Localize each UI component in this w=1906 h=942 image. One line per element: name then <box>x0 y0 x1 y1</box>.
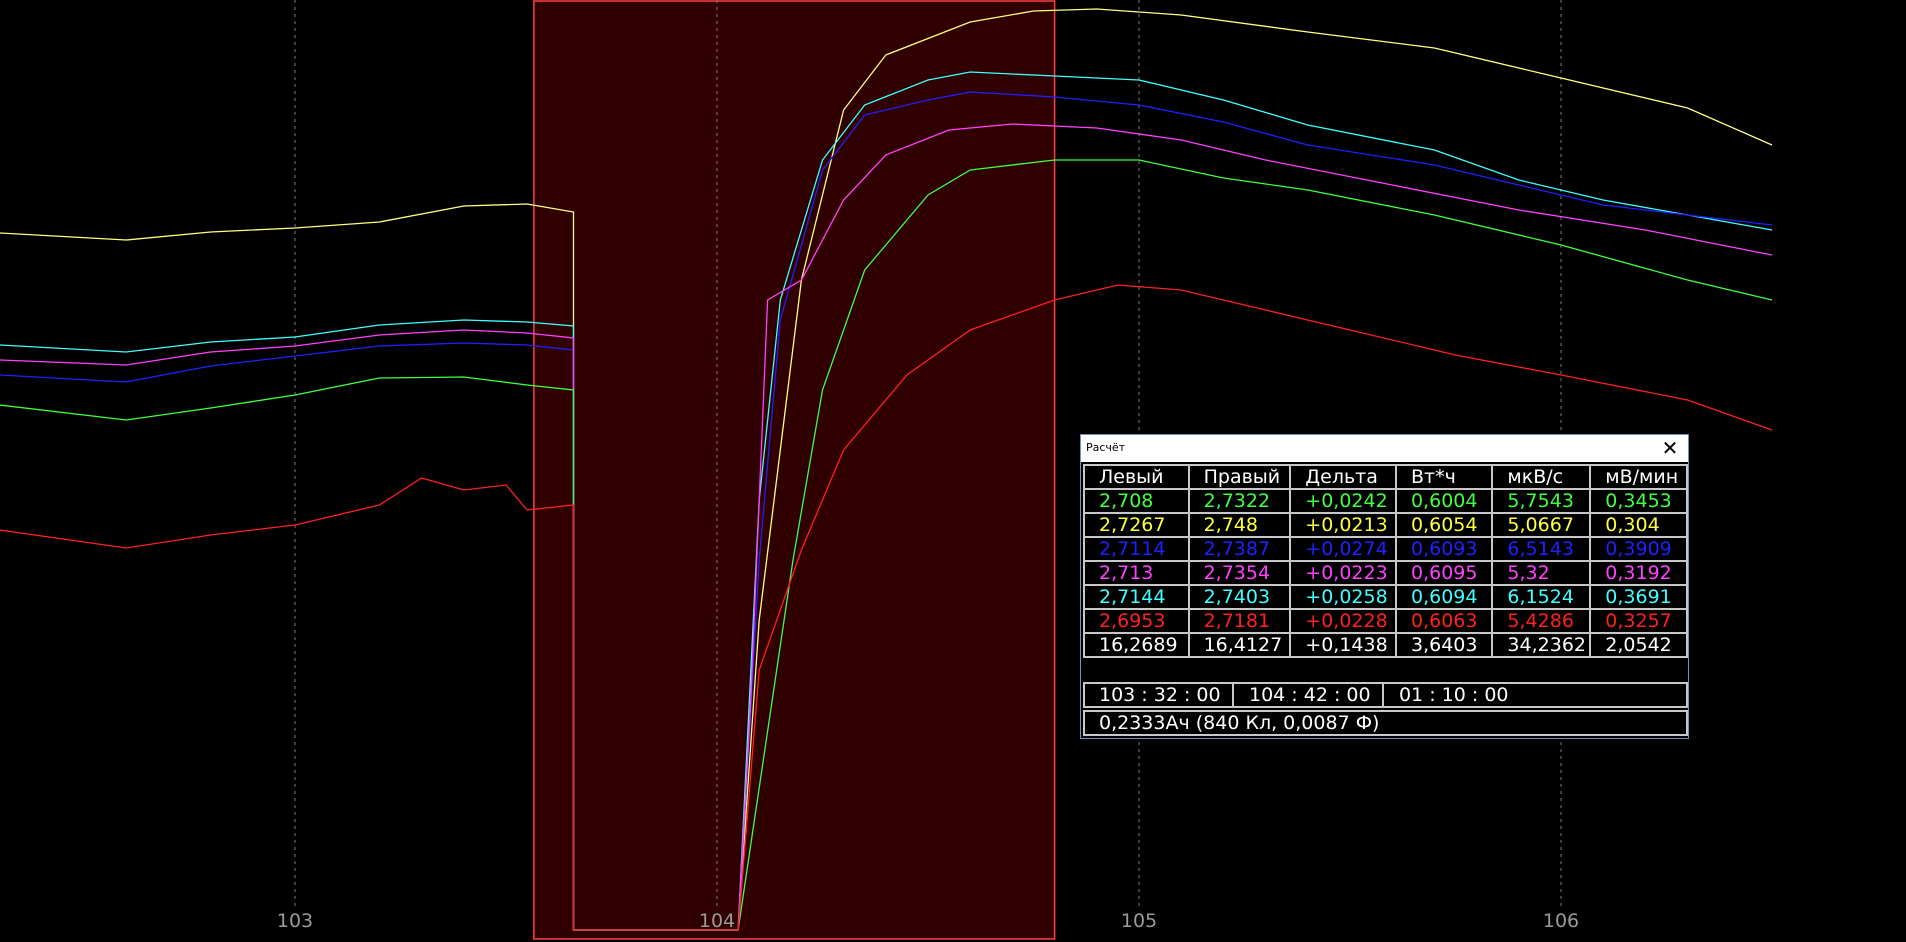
table-cell: 2,0542 <box>1589 632 1688 658</box>
table-cell: 0,3257 <box>1589 608 1688 634</box>
table-cell: 2,748 <box>1187 512 1292 538</box>
table-row: 2,713 2,7354 +0,0223 0,6095 5,32 0,3192 <box>1083 560 1688 586</box>
table-cell: +0,0242 <box>1289 488 1397 514</box>
table-cell: 2,7387 <box>1187 536 1292 562</box>
table-cell: 6,1524 <box>1491 584 1592 610</box>
table-cell: +0,0223 <box>1289 560 1397 586</box>
table-cell: 2,7181 <box>1187 608 1292 634</box>
table-cell: 0,3909 <box>1589 536 1688 562</box>
time-end: 104 : 42 : 00 <box>1249 684 1371 706</box>
table-row: 2,7267 2,748 +0,0213 0,6054 5,0667 0,304 <box>1083 512 1688 538</box>
table-cell: 0,3453 <box>1589 488 1688 514</box>
table-cell: 2,7114 <box>1083 536 1190 562</box>
table-cell: +0,0274 <box>1289 536 1397 562</box>
table-cell: 2,708 <box>1083 488 1190 514</box>
time-start: 103 : 32 : 00 <box>1099 684 1221 706</box>
time-duration: 01 : 10 : 00 <box>1399 684 1509 706</box>
dialog-title: Расчёт <box>1086 441 1126 454</box>
column-header: Дельта <box>1289 464 1397 490</box>
table-cell: 2,7144 <box>1083 584 1190 610</box>
column-header: мкВ/с <box>1491 464 1592 490</box>
table-cell: 16,4127 <box>1187 632 1292 658</box>
table-cell: 3,6403 <box>1394 632 1494 658</box>
table-cell: 6,5143 <box>1491 536 1592 562</box>
table-row: 2,708 2,7322 +0,0242 0,6004 5,7543 0,3453 <box>1083 488 1688 514</box>
table-cell: 2,7267 <box>1083 512 1190 538</box>
table-cell: 0,6095 <box>1394 560 1494 586</box>
table-row: 16,2689 16,4127 +0,1438 3,6403 34,2362 2,0542 <box>1083 632 1688 658</box>
table-cell: +0,0228 <box>1289 608 1397 634</box>
table-cell: +0,1438 <box>1289 632 1397 658</box>
table-cell: 0,6054 <box>1394 512 1494 538</box>
close-icon[interactable]: ✕ <box>1658 435 1682 462</box>
table-cell: 34,2362 <box>1491 632 1592 658</box>
table-cell: 0,6094 <box>1394 584 1494 610</box>
table-cell: 2,6953 <box>1083 608 1190 634</box>
charge-value: 0,2333Ач (840 Кл, 0,0087 Ф) <box>1099 712 1380 734</box>
table-cell: 0,6004 <box>1394 488 1494 514</box>
table-cell: 2,713 <box>1083 560 1190 586</box>
table-cell: +0,0258 <box>1289 584 1397 610</box>
results-table: Левый Правый Дельта Вт*ч мкВ/с мВ/мин 2,708 2,7… <box>1083 464 1688 658</box>
table-cell: 5,0667 <box>1491 512 1592 538</box>
charge-row: 0,2333Ач (840 Кл, 0,0087 Ф) <box>1083 710 1688 736</box>
time-separator <box>1382 684 1384 706</box>
table-cell: 2,7322 <box>1187 488 1292 514</box>
dialog-titlebar[interactable]: Расчёт ✕ <box>1081 435 1688 462</box>
table-cell: 0,3192 <box>1589 560 1688 586</box>
table-cell: +0,0213 <box>1289 512 1397 538</box>
table-cell: 5,7543 <box>1491 488 1592 514</box>
table-cell: 0,6093 <box>1394 536 1494 562</box>
table-cell: 5,32 <box>1491 560 1592 586</box>
table-cell: 16,2689 <box>1083 632 1190 658</box>
table-cell: 0,6063 <box>1394 608 1494 634</box>
time-row: 103 : 32 : 00 104 : 42 : 00 01 : 10 : 00 <box>1083 682 1688 708</box>
table-cell: 2,7403 <box>1187 584 1292 610</box>
table-row: 2,7114 2,7387 +0,0274 0,6093 6,5143 0,3909 <box>1083 536 1688 562</box>
time-separator <box>1232 684 1234 706</box>
table-cell: 2,7354 <box>1187 560 1292 586</box>
table-row: 2,6953 2,7181 +0,0228 0,6063 5,4286 0,3257 <box>1083 608 1688 634</box>
x-tick-label: 103 <box>277 910 313 932</box>
x-tick-label: 104 <box>699 910 735 932</box>
table-header-row: Левый Правый Дельта Вт*ч мкВ/с мВ/мин <box>1083 464 1688 490</box>
table-cell: 0,304 <box>1589 512 1688 538</box>
selection-region[interactable] <box>533 0 1056 940</box>
table-cell: 5,4286 <box>1491 608 1592 634</box>
table-row: 2,7144 2,7403 +0,0258 0,6094 6,1524 0,3691 <box>1083 584 1688 610</box>
column-header: Вт*ч <box>1394 464 1494 490</box>
x-tick-label: 106 <box>1543 910 1579 932</box>
column-header: Правый <box>1187 464 1292 490</box>
x-tick-label: 105 <box>1121 910 1157 932</box>
table-cell: 0,3691 <box>1589 584 1688 610</box>
column-header: Левый <box>1083 464 1190 490</box>
column-header: мВ/мин <box>1589 464 1688 490</box>
calculation-dialog[interactable]: Расчёт ✕ Левый Правый Дельта Вт*ч мкВ/с мВ/ми… <box>1080 434 1689 739</box>
